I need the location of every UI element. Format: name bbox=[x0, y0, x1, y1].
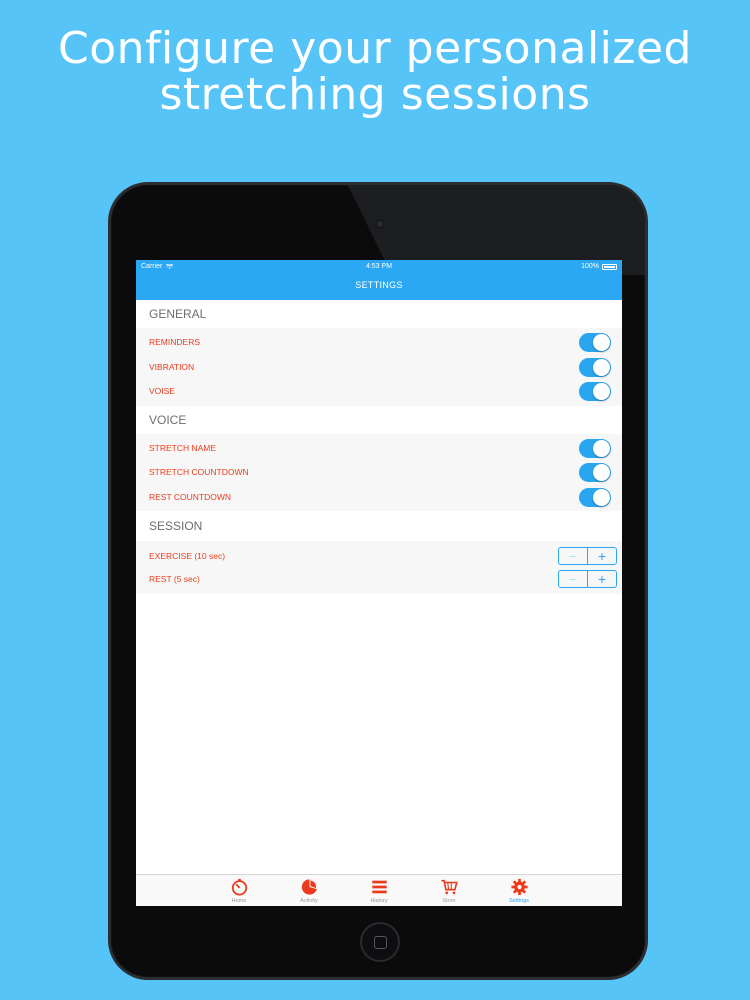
stretch-name-toggle[interactable] bbox=[579, 438, 611, 458]
toggle-knob bbox=[593, 464, 610, 481]
rest-countdown-toggle[interactable] bbox=[579, 487, 611, 507]
toggle-knob bbox=[593, 439, 610, 457]
exercise-stepper: − + bbox=[558, 547, 617, 565]
setting-row-reminders: REMINDERS bbox=[136, 330, 622, 355]
setting-label: STRETCH COUNTDOWN bbox=[149, 467, 249, 478]
section-header-session: SESSION bbox=[136, 511, 622, 541]
setting-label: REST (5 sec) bbox=[149, 573, 200, 584]
tab-activity[interactable]: Activity bbox=[274, 875, 344, 906]
setting-label: REST COUNTDOWN bbox=[149, 491, 232, 502]
session-group: EXERCISE (10 sec) − + REST (5 sec) − + bbox=[136, 541, 622, 594]
battery-icon bbox=[602, 263, 617, 270]
promo-headline: Configure your personalized stretching s… bbox=[0, 26, 750, 118]
reminders-toggle[interactable] bbox=[579, 333, 611, 352]
gear-icon bbox=[510, 878, 528, 896]
setting-row-stretch-countdown: STRETCH COUNTDOWN bbox=[136, 460, 622, 485]
app-screen: Carrier 4:53 PM 100% SETTINGS GENERAL RE… bbox=[136, 260, 622, 906]
headline-line-2: stretching sessions bbox=[159, 69, 591, 120]
pie-chart-icon bbox=[301, 879, 317, 895]
setting-row-exercise: EXERCISE (10 sec) − + bbox=[136, 544, 622, 567]
setting-row-stretch-name: STRETCH NAME bbox=[136, 436, 622, 461]
tab-label: History bbox=[370, 898, 388, 904]
headline-line-1: Configure your personalized bbox=[58, 23, 692, 74]
tab-history[interactable]: History bbox=[344, 875, 414, 906]
rest-increment-button[interactable]: + bbox=[588, 571, 616, 587]
navigation-bar: Carrier 4:53 PM 100% SETTINGS bbox=[136, 260, 622, 300]
section-header-voice: VOICE bbox=[136, 405, 622, 434]
setting-label: REMINDERS bbox=[149, 337, 201, 348]
tab-label: Activity bbox=[300, 898, 318, 904]
tab-label: Home bbox=[231, 898, 247, 904]
tab-bar: Home Activity History Store Settings bbox=[136, 874, 622, 906]
rest-stepper: − + bbox=[558, 570, 617, 588]
toggle-knob bbox=[593, 383, 610, 400]
tab-home[interactable]: Home bbox=[204, 875, 274, 906]
home-button[interactable] bbox=[360, 922, 400, 962]
setting-label: EXERCISE (10 sec) bbox=[149, 550, 226, 561]
toggle-knob bbox=[593, 334, 610, 351]
tab-label: Settings bbox=[509, 898, 529, 904]
setting-row-rest-countdown: REST COUNTDOWN bbox=[136, 485, 622, 510]
vibration-toggle[interactable] bbox=[579, 357, 611, 377]
general-group: REMINDERS VIBRATION VOISE bbox=[136, 328, 622, 406]
list-icon bbox=[371, 880, 387, 894]
cart-icon bbox=[440, 879, 458, 895]
setting-row-rest: REST (5 sec) − + bbox=[136, 567, 622, 590]
section-header-general: GENERAL bbox=[136, 300, 622, 328]
page-title: SETTINGS bbox=[355, 280, 403, 290]
tab-label: Store bbox=[442, 898, 456, 904]
battery-percent: 100% bbox=[581, 263, 599, 270]
battery-indicator: 100% bbox=[581, 260, 617, 273]
setting-label: STRETCH NAME bbox=[149, 442, 217, 453]
status-bar: Carrier 4:53 PM 100% bbox=[136, 260, 622, 273]
exercise-increment-button[interactable]: + bbox=[588, 548, 616, 564]
tablet-device: Carrier 4:53 PM 100% SETTINGS GENERAL RE… bbox=[108, 182, 648, 980]
tab-store[interactable]: Store bbox=[414, 875, 484, 906]
setting-label: VOISE bbox=[149, 386, 175, 397]
front-camera bbox=[375, 219, 385, 229]
toggle-knob bbox=[593, 488, 610, 506]
setting-row-vibration: VIBRATION bbox=[136, 355, 622, 380]
setting-label: VIBRATION bbox=[149, 361, 195, 372]
voise-toggle[interactable] bbox=[579, 382, 611, 401]
tab-settings[interactable]: Settings bbox=[484, 875, 554, 906]
stopwatch-icon bbox=[231, 878, 247, 896]
rest-decrement-button[interactable]: − bbox=[559, 571, 588, 587]
home-square-icon bbox=[374, 936, 387, 949]
stretch-countdown-toggle[interactable] bbox=[579, 463, 611, 482]
voice-group: STRETCH NAME STRETCH COUNTDOWN REST COUN… bbox=[136, 433, 622, 511]
exercise-decrement-button[interactable]: − bbox=[559, 548, 588, 564]
setting-row-voise: VOISE bbox=[136, 379, 622, 404]
toggle-knob bbox=[593, 358, 610, 376]
status-time: 4:53 PM bbox=[365, 263, 393, 270]
